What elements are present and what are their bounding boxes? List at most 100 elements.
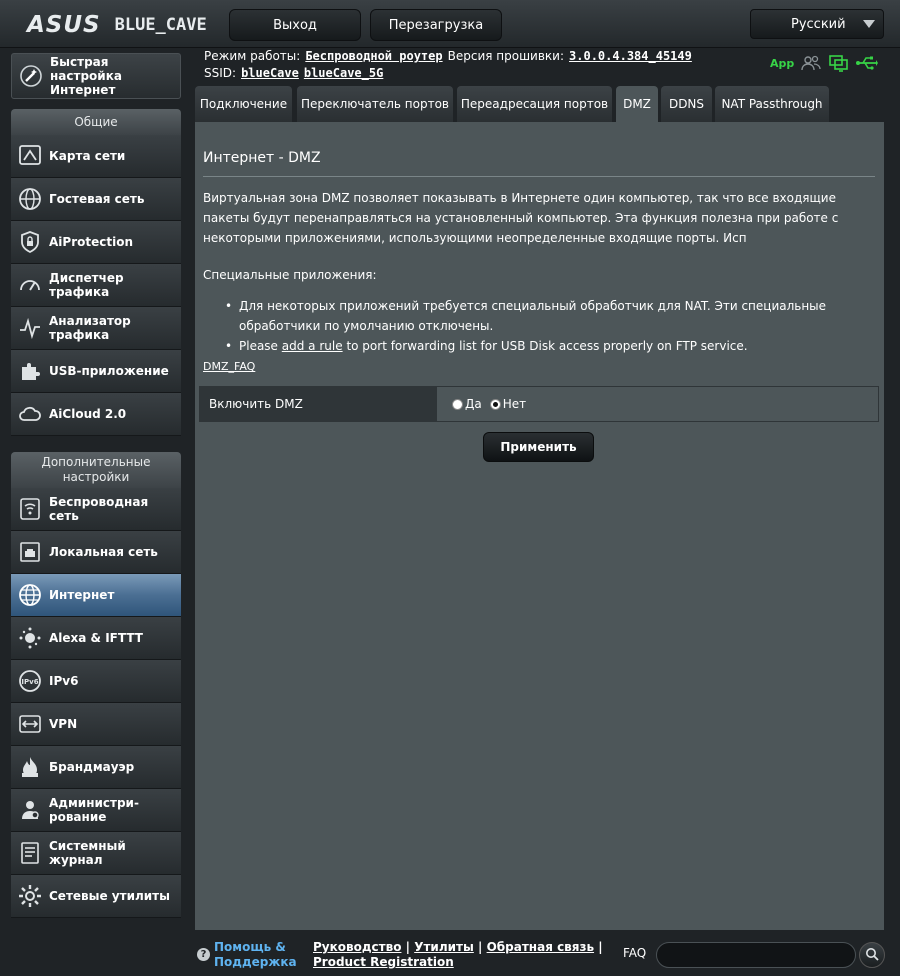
svg-text:IPv6: IPv6 xyxy=(21,678,38,686)
admin-icon xyxy=(17,797,43,823)
language-select[interactable]: Русский xyxy=(750,9,884,39)
general-section-head: Общие xyxy=(11,109,181,135)
sidebar-item-label: Alexa & IFTTT xyxy=(49,631,143,645)
ipv6-icon: IPv6 xyxy=(17,668,43,694)
sidebar-item-administration[interactable]: Администри-рование xyxy=(11,789,181,832)
top-banner: ASUS BLUE_CAVE Выход Перезагрузка Русски… xyxy=(0,0,900,48)
globe-icon xyxy=(17,582,43,608)
sidebar-item-aicloud[interactable]: AiCloud 2.0 xyxy=(11,393,181,436)
special-apps-heading: Специальные приложения: xyxy=(203,268,377,282)
sidebar-item-label: IPv6 xyxy=(49,674,79,688)
dmz-faq-link[interactable]: DMZ_FAQ xyxy=(203,360,255,373)
mode-link[interactable]: Беспроводной роутер xyxy=(305,48,442,65)
list-item: Please add a rule to port forwarding lis… xyxy=(223,336,843,356)
sidebar-item-label: Администри-рование xyxy=(49,796,139,824)
sidebar-item-label: USB-приложение xyxy=(49,364,169,378)
sidebar-item-label: Интернет xyxy=(49,588,115,602)
footer-link-utilities[interactable]: Утилиты xyxy=(414,940,474,954)
sidebar-item-traffic-analyzer[interactable]: Анализатор трафика xyxy=(11,307,181,350)
globe-icon xyxy=(17,186,43,212)
apply-button[interactable]: Применить xyxy=(483,432,594,462)
reboot-button[interactable]: Перезагрузка xyxy=(370,9,502,41)
sidebar-item-traffic-manager[interactable]: Диспетчер трафика xyxy=(11,264,181,307)
bullet-text-1: Для некоторых приложений требуется специ… xyxy=(239,299,827,333)
quick-setup-label: Быстрая настройка Интернет xyxy=(50,55,122,97)
sidebar-item-label: Сетевые утилиты xyxy=(49,889,170,903)
tab-dmz[interactable]: DMZ xyxy=(616,86,658,122)
radio-yes[interactable] xyxy=(452,398,463,410)
brand: ASUS BLUE_CAVE xyxy=(27,12,207,38)
sidebar-item-label: AiProtection xyxy=(49,235,133,249)
tab-port-trigger[interactable]: Переключатель портов xyxy=(297,86,453,122)
status-icons: App xyxy=(770,54,878,72)
language-value: Русский xyxy=(791,16,846,32)
sidebar-item-system-log[interactable]: Системный журнал xyxy=(11,832,181,875)
footer-links: Руководство | Утилиты | Обратная связь |… xyxy=(313,940,603,969)
radio-no-label: Нет xyxy=(502,397,527,411)
sidebar-item-guest-network[interactable]: Гостевая сеть xyxy=(11,178,181,221)
sidebar-item-label: VPN xyxy=(49,717,78,731)
sidebar-item-label: Гостевая сеть xyxy=(49,192,145,206)
sidebar-item-label: Системный журнал xyxy=(49,839,126,867)
help-support-link[interactable]: Помощь & Поддержка xyxy=(214,940,306,970)
router-admin-page: ASUS BLUE_CAVE Выход Перезагрузка Русски… xyxy=(0,0,900,976)
tab-port-forwarding[interactable]: Переадресация портов xyxy=(457,86,612,122)
sidebar-item-label: Беспроводная сеть xyxy=(49,495,149,523)
sidebar-item-ipv6[interactable]: IPv6 IPv6 xyxy=(11,660,181,703)
monitor-icon[interactable] xyxy=(828,54,850,72)
analyzer-icon xyxy=(17,315,43,341)
usb-icon[interactable] xyxy=(856,54,878,72)
tab-connection[interactable]: Подключение xyxy=(195,86,292,122)
enable-dmz-label: Включить DMZ xyxy=(200,387,437,421)
firmware-label: Версия прошивки: xyxy=(447,49,565,63)
logout-button[interactable]: Выход xyxy=(229,9,361,41)
footer-link-feedback[interactable]: Обратная связь xyxy=(487,940,594,954)
sidebar-item-wireless[interactable]: Беспроводная сеть xyxy=(11,488,181,531)
ssid-label: SSID: xyxy=(204,66,237,80)
sidebar-item-network-map[interactable]: Карта сети xyxy=(11,135,181,178)
sidebar-item-alexa[interactable]: Alexa & IFTTT xyxy=(11,617,181,660)
bullet-text-2-post: to port forwarding list for USB Disk acc… xyxy=(346,339,748,353)
firmware-link[interactable]: 3.0.0.4.384_45149 xyxy=(569,48,692,65)
search-icon xyxy=(865,946,879,965)
sidebar-item-vpn[interactable]: VPN xyxy=(11,703,181,746)
faq-search-input[interactable] xyxy=(656,942,856,968)
radio-no[interactable] xyxy=(489,398,501,410)
vpn-icon xyxy=(17,711,43,737)
mode-label: Режим работы: xyxy=(204,49,301,63)
lan-icon xyxy=(17,539,43,565)
sidebar-item-label: Карта сети xyxy=(49,149,126,163)
ssid-link-2[interactable]: blueCave_5G xyxy=(304,65,383,82)
footer-link-manual[interactable]: Руководство xyxy=(313,940,401,954)
special-apps-list: Для некоторых приложений требуется специ… xyxy=(223,296,843,356)
bullet-text-2-pre: Please xyxy=(239,339,278,353)
wand-icon xyxy=(18,63,44,89)
alexa-icon xyxy=(17,625,43,651)
footer-link-registration[interactable]: Product Registration xyxy=(313,955,454,969)
cloud-icon xyxy=(17,401,43,427)
clients-icon[interactable] xyxy=(800,54,822,72)
enable-dmz-options: Да Нет xyxy=(437,387,878,421)
sidebar-item-label: Анализатор трафика xyxy=(49,314,131,342)
sidebar-item-lan[interactable]: Локальная сеть xyxy=(11,531,181,574)
faq-search-button[interactable] xyxy=(859,942,885,968)
sidebar-item-internet[interactable]: Интернет xyxy=(11,574,181,617)
tab-nat-passthrough[interactable]: NAT Passthrough xyxy=(715,86,829,122)
help-icon: ? xyxy=(197,948,210,961)
tab-ddns[interactable]: DDNS xyxy=(661,86,712,122)
sidebar-item-usb-app[interactable]: USB-приложение xyxy=(11,350,181,393)
sidebar-item-firewall[interactable]: Брандмауэр xyxy=(11,746,181,789)
sidebar-item-label: Диспетчер трафика xyxy=(49,271,124,299)
radio-yes-label: Да xyxy=(465,397,482,411)
sidebar-item-aiprotection[interactable]: AiProtection xyxy=(11,221,181,264)
add-rule-link[interactable]: add a rule xyxy=(282,339,343,353)
quick-setup-button[interactable]: Быстрая настройка Интернет xyxy=(11,53,181,99)
app-icon[interactable]: App xyxy=(770,57,794,70)
ssid-link-1[interactable]: blueCave xyxy=(241,65,299,82)
footer: ? Помощь & Поддержка Руководство | Утили… xyxy=(195,936,900,976)
status-bar: Режим работы: Беспроводной роутер Версия… xyxy=(204,48,692,82)
asus-logo: ASUS xyxy=(27,12,101,38)
log-icon xyxy=(17,840,43,866)
advanced-section-head: Дополнительные настройки xyxy=(11,452,181,488)
sidebar-item-network-tools[interactable]: Сетевые утилиты xyxy=(11,875,181,918)
